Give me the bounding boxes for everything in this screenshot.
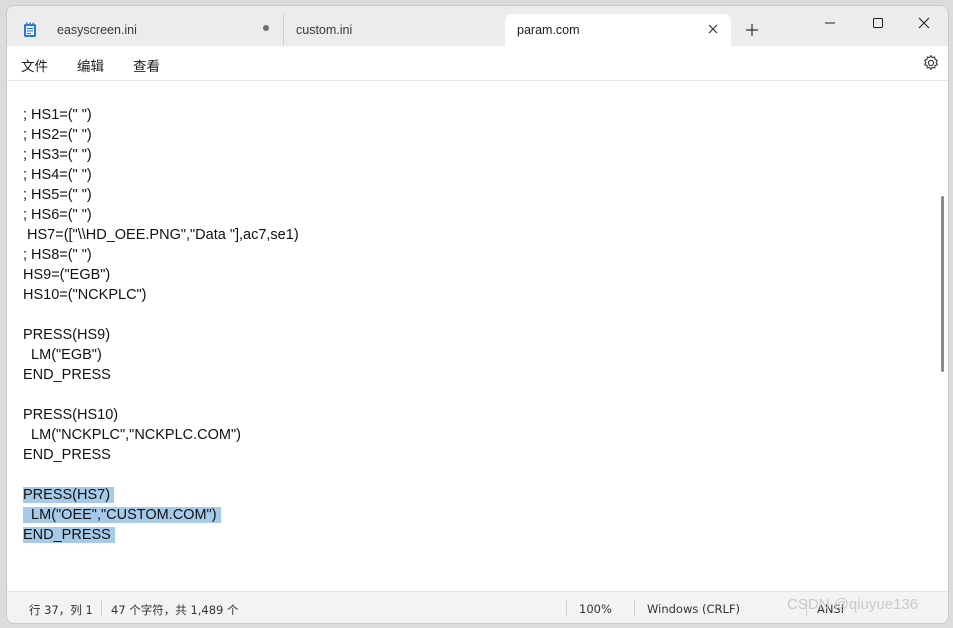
- editor-line: ; HS3=(" "): [23, 145, 299, 165]
- char-count: 47 个字符，共 1,489 个: [111, 603, 239, 617]
- editor-line: HS7=(["\\HD_OEE.PNG","Data "],ac7,se1): [23, 225, 299, 245]
- tab-custom[interactable]: custom.ini: [283, 14, 505, 46]
- line-text: ; HS3=(" "): [23, 147, 92, 163]
- menu-file[interactable]: 文件: [21, 55, 48, 75]
- minimize-icon: [825, 22, 835, 24]
- menu-bar: 文件 编辑 查看: [7, 46, 948, 81]
- editor-line: END_PRESS: [23, 365, 299, 385]
- menu-edit[interactable]: 编辑: [77, 55, 104, 75]
- line-text: END_PRESS: [23, 527, 115, 543]
- line-text: PRESS(HS10): [23, 407, 119, 423]
- maximize-button[interactable]: [855, 8, 901, 38]
- line-text: PRESS(HS9): [23, 327, 111, 343]
- editor-line: PRESS(HS10): [23, 405, 299, 425]
- watermark: CSDN @qiuyue136: [787, 596, 919, 613]
- editor-line: END_PRESS: [23, 445, 299, 465]
- line-text: HS10=("NCKPLC"): [23, 287, 147, 303]
- editor-line: ; HS1=(" "): [23, 105, 299, 125]
- line-text: ; HS8=(" "): [23, 247, 92, 263]
- line-text: HS9=("EGB"): [23, 267, 111, 283]
- editor-content[interactable]: ; HS1=(" ") ; HS2=(" ") ; HS3=(" ") ; HS4=(…: [23, 105, 299, 545]
- editor-line: PRESS(HS7): [23, 485, 299, 505]
- tab-param-active[interactable]: param.com: [505, 14, 731, 46]
- line-text: ; HS1=(" "): [23, 107, 92, 123]
- close-icon: [918, 17, 930, 29]
- cursor-position: 行 37，列 1: [29, 603, 93, 617]
- line-text: END_PRESS: [23, 447, 111, 463]
- editor-line: END_PRESS: [23, 525, 299, 545]
- editor-line: LM("OEE","CUSTOM.COM"): [23, 505, 299, 525]
- text-editor[interactable]: ; HS1=(" ") ; HS2=(" ") ; HS3=(" ") ; HS4=(…: [7, 81, 948, 591]
- status-divider: [101, 600, 102, 616]
- zoom-level[interactable]: 100%: [579, 602, 612, 616]
- editor-line: LM("EGB"): [23, 345, 299, 365]
- line-ending[interactable]: Windows (CRLF): [647, 602, 740, 616]
- notepad-window: easyscreen.ini custom.ini param.com 文件 编…: [6, 5, 949, 624]
- tab-label: custom.ini: [296, 23, 353, 37]
- tab-label: param.com: [517, 23, 580, 37]
- status-divider: [566, 600, 567, 616]
- line-text: ; HS4=(" "): [23, 167, 92, 183]
- new-tab-plus-icon[interactable]: [744, 22, 760, 38]
- editor-line: ; HS8=(" "): [23, 245, 299, 265]
- line-text: HS7=(["\\HD_OEE.PNG","Data "],ac7,se1): [23, 227, 299, 243]
- line-text: END_PRESS: [23, 367, 111, 383]
- editor-line: ; HS4=(" "): [23, 165, 299, 185]
- line-text: ; HS5=(" "): [23, 187, 92, 203]
- editor-line: LM("NCKPLC","NCKPLC.COM"): [23, 425, 299, 445]
- unsaved-dot-icon: [263, 25, 269, 31]
- line-text: ; HS6=(" "): [23, 207, 92, 223]
- editor-line: ; HS5=(" "): [23, 185, 299, 205]
- editor-line: ; HS2=(" "): [23, 125, 299, 145]
- tab-easyscreen[interactable]: easyscreen.ini: [13, 14, 283, 46]
- editor-line: ; HS6=(" "): [23, 205, 299, 225]
- title-bar: easyscreen.ini custom.ini param.com: [7, 6, 948, 46]
- tab-label: easyscreen.ini: [57, 23, 137, 37]
- editor-line: HS10=("NCKPLC"): [23, 285, 299, 305]
- gear-icon[interactable]: [922, 54, 940, 72]
- notepad-icon: [23, 22, 37, 38]
- vertical-scrollbar[interactable]: [941, 196, 944, 372]
- menu-view[interactable]: 查看: [133, 55, 160, 75]
- status-divider: [634, 600, 635, 616]
- line-text: LM("OEE","CUSTOM.COM"): [23, 507, 221, 523]
- close-button[interactable]: [901, 8, 947, 38]
- close-tab-icon[interactable]: [705, 21, 721, 37]
- line-text: PRESS(HS7): [23, 487, 115, 503]
- line-text: LM("NCKPLC","NCKPLC.COM"): [23, 427, 241, 443]
- line-text: ; HS2=(" "): [23, 127, 92, 143]
- maximize-icon: [873, 18, 883, 28]
- line-text: LM("EGB"): [23, 347, 102, 363]
- editor-line: PRESS(HS9): [23, 325, 299, 345]
- editor-line: HS9=("EGB"): [23, 265, 299, 285]
- minimize-button[interactable]: [807, 8, 853, 38]
